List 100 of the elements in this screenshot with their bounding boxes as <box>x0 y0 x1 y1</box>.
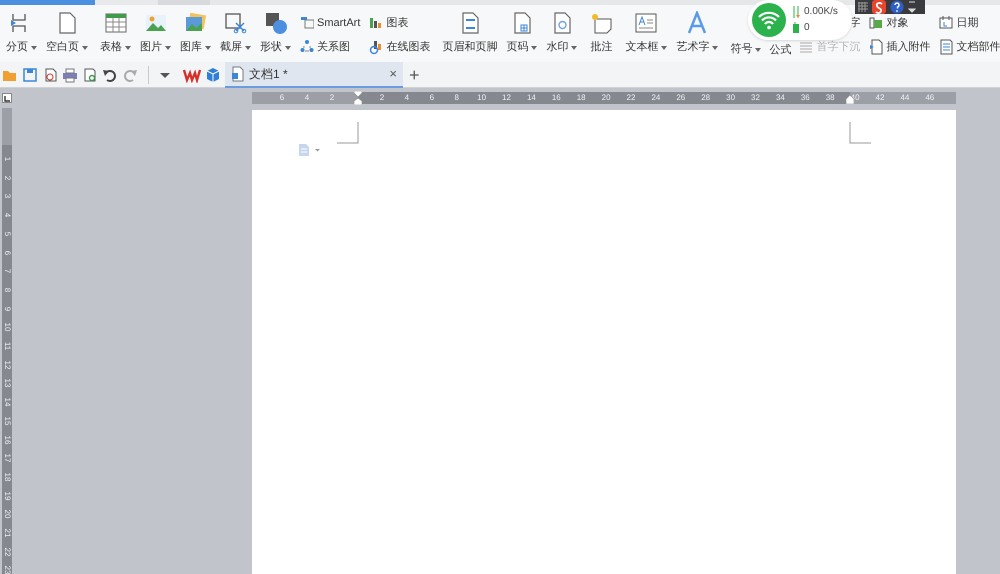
ruler-number: 12 <box>502 92 511 104</box>
margin-corner-icon <box>337 122 359 144</box>
ribbon-button[interactable]: 页眉和页脚 <box>441 9 498 59</box>
ribbon-small-button[interactable]: 插入附件 <box>869 38 930 56</box>
ribbon-small-button[interactable]: 对象 <box>869 14 908 32</box>
ruler-number: 42 <box>876 92 884 104</box>
ruler-number: 22 <box>2 546 12 558</box>
ribbon-small-button[interactable]: 图表 <box>369 14 408 32</box>
ruler-number: 3 <box>2 193 12 201</box>
ribbon-button[interactable]: 空白页 <box>45 9 89 59</box>
ribbon-button[interactable]: 符号 <box>729 9 762 59</box>
caret-icon <box>245 46 251 50</box>
tab-stop-selector[interactable] <box>2 93 12 103</box>
ruler-number: 14 <box>2 396 12 409</box>
ruler-number: 11 <box>2 340 12 352</box>
ruler-number: 30 <box>726 92 736 104</box>
ruler-number: 17 <box>2 452 12 465</box>
indent-marker-icon[interactable] <box>354 91 362 105</box>
attachment-icon <box>869 39 884 55</box>
wifi-icon <box>752 3 786 37</box>
ruler-number: 16 <box>552 92 561 104</box>
caret-icon <box>755 48 762 52</box>
ribbon-button[interactable]: 页码 <box>505 9 538 59</box>
ruler-number: 12 <box>2 359 12 372</box>
logo-icon[interactable] <box>872 0 886 14</box>
ruler-number: 2 <box>2 174 12 182</box>
device-count: 0 <box>804 23 810 33</box>
cycle-diagram-icon <box>300 39 314 55</box>
ribbon-small-button[interactable]: 公式 <box>769 41 792 59</box>
caret-icon <box>531 46 538 50</box>
ruler-number: 8 <box>2 286 12 294</box>
ribbon-button[interactable]: 分页 <box>5 9 38 59</box>
help-icon[interactable] <box>890 0 904 14</box>
caret-icon <box>571 46 578 50</box>
caret-icon <box>125 46 131 50</box>
ruler-number: 6 <box>430 92 434 104</box>
ribbon-small-button[interactable]: 日期 <box>939 14 978 32</box>
document-icon <box>231 66 245 82</box>
ribbon-small-button[interactable]: SmartArt <box>300 14 360 32</box>
ribbon-button[interactable]: 水印 <box>545 9 578 59</box>
caret-icon <box>31 46 37 50</box>
margin-corner-icon <box>849 122 871 144</box>
ruler-number: 14 <box>526 92 536 104</box>
ruler-number: 18 <box>2 471 12 484</box>
caret-icon <box>285 46 291 50</box>
ruler-number: 4 <box>304 92 310 104</box>
caret-icon <box>205 46 211 50</box>
screenshot-icon <box>224 11 248 35</box>
ribbon-button[interactable]: 表格 <box>99 9 132 59</box>
ruler-number: 19 <box>2 490 12 502</box>
ruler-number: 20 <box>602 92 611 104</box>
ruler-number: 6 <box>280 92 284 104</box>
caret-icon <box>165 46 171 50</box>
object-icon <box>869 15 884 31</box>
ribbon-button[interactable]: 截屏 <box>219 9 252 59</box>
right-indent-marker-icon[interactable] <box>846 92 854 104</box>
ribbon-small-button[interactable]: 文档部件 <box>939 38 1000 56</box>
ruler-number: 7 <box>2 268 12 276</box>
ruler-number: 4 <box>404 92 410 104</box>
ribbon-small-button[interactable]: 关系图 <box>300 38 350 56</box>
caret-icon <box>661 46 668 50</box>
shapes-icon <box>264 11 288 35</box>
app-logo-icon[interactable] <box>183 66 201 82</box>
ruler-number: 46 <box>925 92 934 104</box>
ribbon-small-button[interactable]: 在线图表 <box>369 38 430 56</box>
new-tab-button[interactable]: + <box>409 66 420 84</box>
ruler-number: 15 <box>2 415 12 428</box>
smartart-icon <box>300 15 314 31</box>
ruler-number: 16 <box>2 434 12 446</box>
calendar-icon <box>939 15 954 31</box>
ruler-number: 24 <box>651 92 660 104</box>
caret-icon <box>712 46 718 50</box>
ribbon-button[interactable]: 图片 <box>139 9 172 59</box>
ruler-number: 26 <box>676 92 686 104</box>
ribbon-button[interactable]: 文本框 <box>624 9 668 59</box>
ruler-number: 38 <box>826 92 835 104</box>
ribbon-button[interactable]: 批注 <box>588 9 614 59</box>
ruler-number: 13 <box>2 378 12 390</box>
ruler-number: 4 <box>2 212 12 220</box>
ruler-number: 9 <box>2 305 12 313</box>
close-button[interactable]: × <box>389 67 397 80</box>
text-box-icon <box>634 11 658 35</box>
ruler-number: 32 <box>751 92 760 104</box>
collapse-icon[interactable] <box>908 0 916 14</box>
ribbon-button[interactable]: 图库 <box>179 9 212 59</box>
ruler-number: 20 <box>2 508 12 521</box>
network-speed: 0.00K/s <box>804 7 838 17</box>
ruler-number: 28 <box>701 92 710 104</box>
print-preview-icon[interactable] <box>82 66 98 82</box>
ribbon-button[interactable]: 艺术字 <box>675 9 720 59</box>
document-tab[interactable]: 文档1 * × <box>225 62 403 88</box>
cube-icon[interactable] <box>205 66 221 82</box>
ruler-number: 6 <box>2 249 12 257</box>
save-icon[interactable] <box>22 66 38 82</box>
print-icon[interactable] <box>62 66 78 82</box>
ribbon-button[interactable]: 形状 <box>259 9 292 59</box>
ruler-number: 10 <box>2 322 12 334</box>
comment-icon <box>589 11 614 35</box>
grid-icon[interactable] <box>858 2 868 12</box>
ruler-number: 18 <box>576 92 586 104</box>
